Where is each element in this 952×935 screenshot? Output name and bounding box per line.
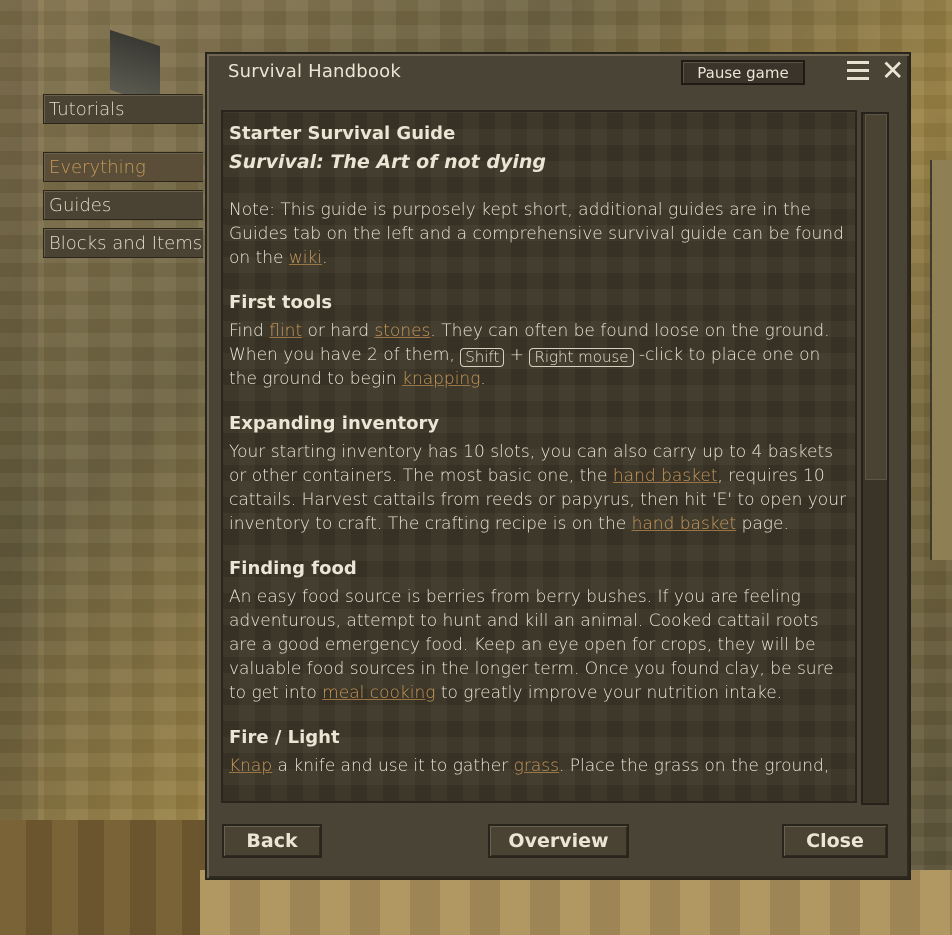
section-fire-light: Fire / Light Knap a knife and use it to …: [229, 726, 849, 778]
link-knap[interactable]: Knap: [229, 756, 272, 776]
guide-content: Starter Survival Guide Survival: The Art…: [229, 122, 849, 778]
link-grass[interactable]: grass: [514, 756, 559, 776]
link-meal-cooking[interactable]: meal cooking: [322, 683, 435, 703]
guide-title: Starter Survival Guide: [229, 123, 456, 144]
overview-button[interactable]: Overview: [488, 824, 629, 858]
handbook-dialog: Survival Handbook Pause game ✕ Starter S…: [205, 52, 911, 880]
section-finding-food: Finding food An easy food source is berr…: [229, 557, 849, 705]
section-heading: First tools: [229, 292, 333, 313]
link-hand-basket-2[interactable]: hand basket: [632, 514, 737, 534]
hamburger-menu-icon[interactable]: [847, 61, 869, 81]
section-heading: Fire / Light: [229, 727, 340, 748]
right-mouse-key-badge: Right mouse: [529, 348, 634, 367]
tab-blocks-and-items[interactable]: Blocks and Items: [43, 228, 203, 258]
link-flint[interactable]: flint: [269, 321, 302, 341]
section-heading: Finding food: [229, 558, 357, 579]
section-body: Find flint or hard stones. They can ofte…: [229, 321, 830, 389]
section-first-tools: First tools Find flint or hard stones. T…: [229, 291, 849, 391]
world-ground-left: [0, 820, 210, 935]
content-scrollbar[interactable]: [861, 112, 889, 805]
tab-everything[interactable]: Everything: [43, 152, 203, 182]
guide-content-area[interactable]: Starter Survival Guide Survival: The Art…: [221, 110, 857, 803]
link-stones[interactable]: stones: [374, 321, 430, 341]
section-body: Your starting inventory has 10 slots, yo…: [229, 442, 846, 534]
section-expanding-inventory: Expanding inventory Your starting invent…: [229, 412, 849, 536]
dialog-title: Survival Handbook: [228, 61, 401, 82]
close-icon[interactable]: ✕: [881, 57, 905, 85]
shift-key-badge: Shift: [460, 348, 505, 367]
section-heading: Expanding inventory: [229, 413, 440, 434]
guide-subtitle: Survival: The Art of not dying: [229, 151, 547, 173]
guide-note: Note: This guide is purposely kept short…: [229, 200, 844, 268]
section-body: Knap a knife and use it to gather grass.…: [229, 756, 830, 776]
tab-guides[interactable]: Guides: [43, 190, 203, 220]
link-knapping[interactable]: knapping: [402, 369, 480, 389]
scrollbar-thumb[interactable]: [865, 114, 887, 480]
section-body: An easy food source is berries from berr…: [229, 587, 834, 703]
back-button[interactable]: Back: [222, 824, 322, 858]
link-hand-basket[interactable]: hand basket: [613, 466, 718, 486]
pause-game-button[interactable]: Pause game: [681, 60, 805, 85]
tab-tutorials[interactable]: Tutorials: [43, 94, 203, 124]
dialog-titlebar[interactable]: Survival Handbook Pause game ✕: [207, 54, 909, 92]
world-block-edge: [930, 160, 952, 560]
close-button[interactable]: Close: [782, 824, 888, 858]
link-wiki[interactable]: wiki: [289, 248, 322, 268]
